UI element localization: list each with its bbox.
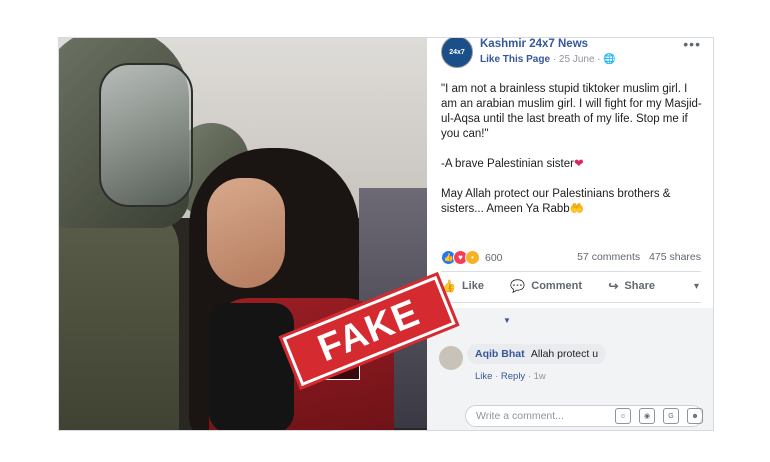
sort-chevron-down-icon[interactable]: ▼ — [503, 316, 511, 325]
composer-icons: ☺ ◉ G ☻ — [615, 408, 703, 424]
photo-girl-face — [207, 178, 285, 288]
action-bar: 👍 Like 💬 Comment ↪ Share — [441, 279, 703, 293]
comment-reply-link[interactable]: Reply — [501, 371, 525, 382]
photo-visor — [99, 63, 193, 207]
post-panel: 24x7 Kashmir 24x7 News Like This Page · … — [427, 38, 713, 430]
comment-meta: Like · Reply · 1w — [475, 371, 546, 382]
commenter-avatar[interactable] — [439, 346, 463, 370]
shares-count[interactable]: 475 shares — [649, 251, 701, 263]
sad-reaction-icon: • — [465, 250, 480, 265]
gif-icon[interactable]: G — [663, 408, 679, 424]
like-label: Like — [461, 280, 484, 292]
prayer-hands-emoji: 🤲 — [569, 203, 585, 215]
post-screenshot: i 24x7 Kashmir 24x7 News Like This Page … — [58, 37, 714, 431]
globe-icon: 🌐 — [603, 54, 616, 65]
like-button[interactable]: 👍 Like — [441, 279, 484, 293]
post-photo[interactable]: i — [59, 38, 427, 430]
share-button[interactable]: ↪ Share — [608, 279, 655, 293]
comment-time[interactable]: 1w — [534, 371, 546, 382]
comment-like-link[interactable]: Like — [475, 371, 492, 382]
share-label: Share — [624, 280, 655, 292]
share-arrow-icon: ↪ — [608, 279, 619, 293]
prayer-text: May Allah protect our Palestinians broth… — [441, 188, 671, 215]
reaction-count: 600 — [485, 251, 503, 264]
post-spacer-2 — [441, 172, 703, 187]
post-spacer — [441, 142, 703, 157]
more-options-icon[interactable]: ••• — [683, 38, 701, 52]
page-logo-text: 24x7 — [449, 48, 465, 56]
comment-button[interactable]: 💬 Comment — [510, 279, 582, 293]
comments-count[interactable]: 57 comments — [577, 251, 640, 263]
post-paragraph-quote: "I am not a brainless stupid tiktoker mu… — [441, 83, 702, 140]
comment-bubble: Aqib Bhat Allah protect u — [467, 344, 607, 364]
page-avatar[interactable]: 24x7 — [441, 38, 473, 68]
thumbs-up-icon: 👍 — [441, 279, 456, 293]
divider-bottom — [441, 302, 701, 303]
page-meta: Like This Page · 25 June · 🌐 — [480, 54, 616, 65]
comment-text: Allah protect u — [530, 348, 599, 360]
camera-icon[interactable]: ◉ — [639, 408, 655, 424]
attribution-text: -A brave Palestinian sister — [441, 158, 574, 170]
emoji-icon[interactable]: ☺ — [615, 408, 631, 424]
speech-bubble-icon: 💬 — [510, 279, 526, 293]
photo-soldier-body — [59, 208, 179, 430]
like-page-link[interactable]: Like This Page — [480, 54, 550, 65]
post-body: "I am not a brainless stupid tiktoker mu… — [441, 82, 703, 217]
comment-author[interactable]: Aqib Bhat — [475, 348, 525, 360]
post-paragraph-attribution: -A brave Palestinian sister❤ — [441, 157, 703, 172]
post-paragraph-prayer: May Allah protect our Palestinians broth… — [441, 187, 703, 217]
divider-top — [441, 271, 701, 272]
photo-girl-scarf — [209, 303, 294, 430]
post-date[interactable]: 25 June — [559, 54, 595, 65]
comment-section: ▼ Aqib Bhat Allah protect u Like · Reply… — [427, 308, 713, 430]
comment-label: Comment — [531, 280, 582, 292]
share-options-icon[interactable]: ▾ — [694, 281, 699, 292]
reaction-summary[interactable]: 👍 ♥ • 600 — [441, 250, 503, 265]
sticker-icon[interactable]: ☻ — [687, 408, 703, 424]
heart-emoji: ❤ — [573, 158, 584, 170]
engagement-counts: 57 comments 475 shares — [571, 251, 701, 263]
page-name[interactable]: Kashmir 24x7 News — [480, 38, 588, 50]
